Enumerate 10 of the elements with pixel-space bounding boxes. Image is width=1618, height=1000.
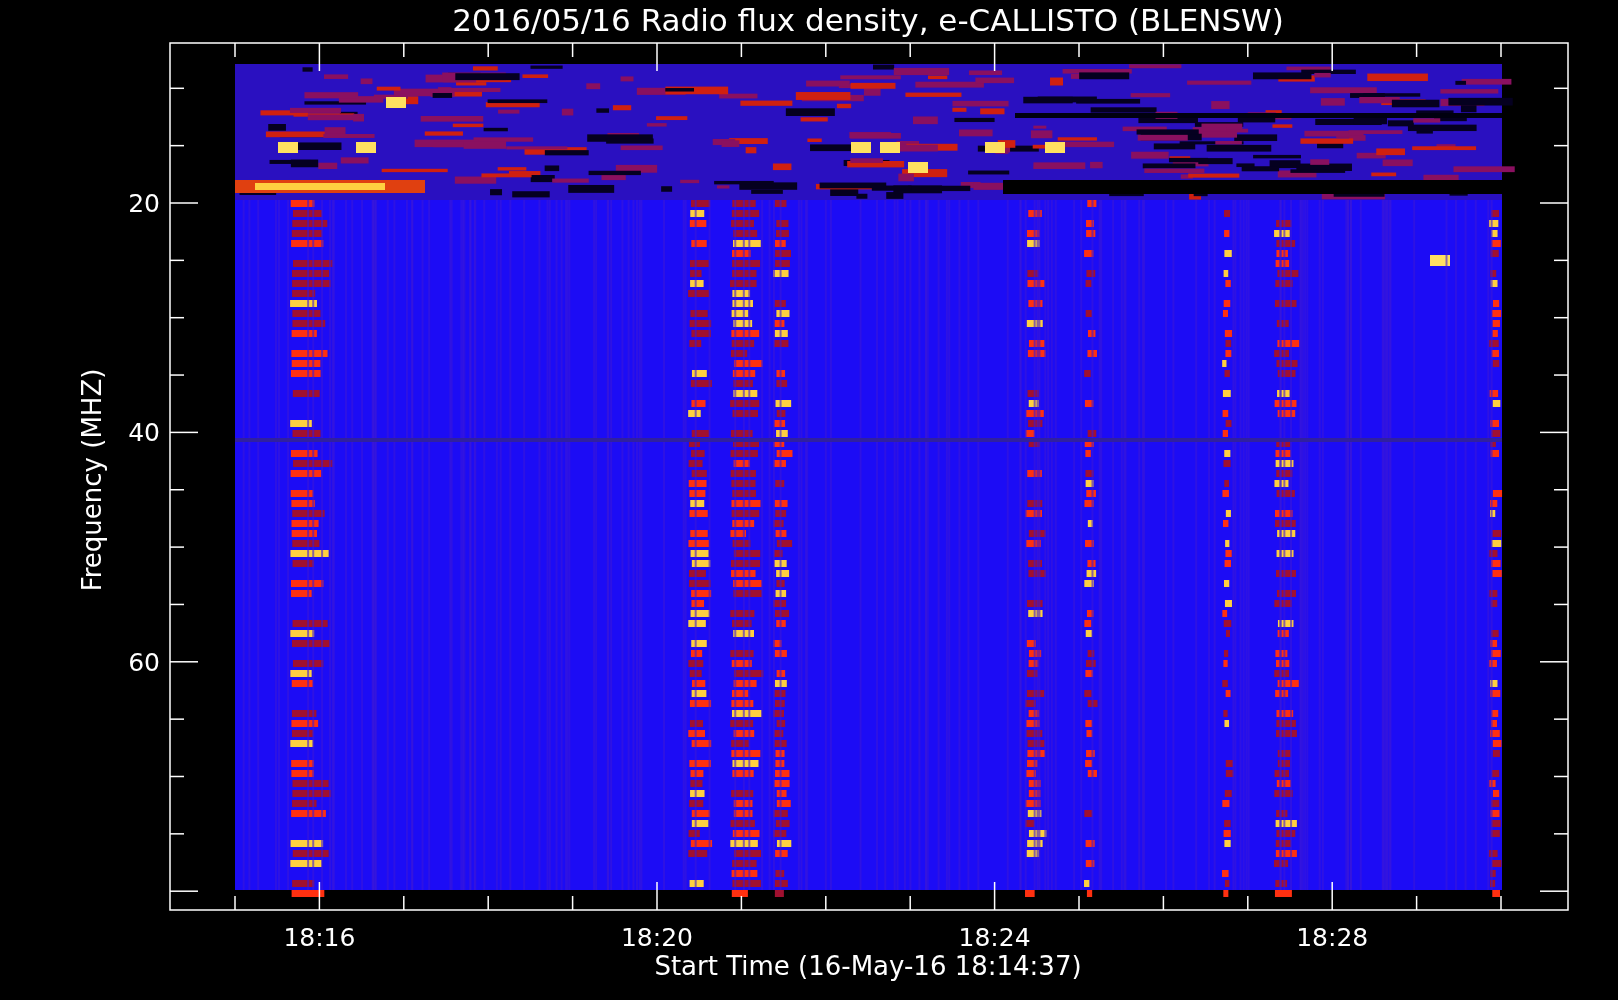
y-tick-label: 20 (128, 189, 160, 218)
y-tick-label: 40 (128, 418, 160, 448)
x-tick-label: 18:24 (958, 923, 1031, 952)
y-axis-title: Frequency (MHZ) (77, 368, 107, 592)
x-tick-label: 18:28 (1296, 923, 1369, 952)
x-tick-label: 18:16 (283, 923, 356, 952)
chart-title: 2016/05/16 Radio flux density, e-CALLISTO (BLENSW) (452, 2, 1284, 38)
x-tick-label: 18:20 (621, 923, 693, 952)
y-tick-label: 60 (128, 647, 160, 677)
x-axis-title: Start Time (16-May-16 18:14:37) (654, 951, 1082, 981)
